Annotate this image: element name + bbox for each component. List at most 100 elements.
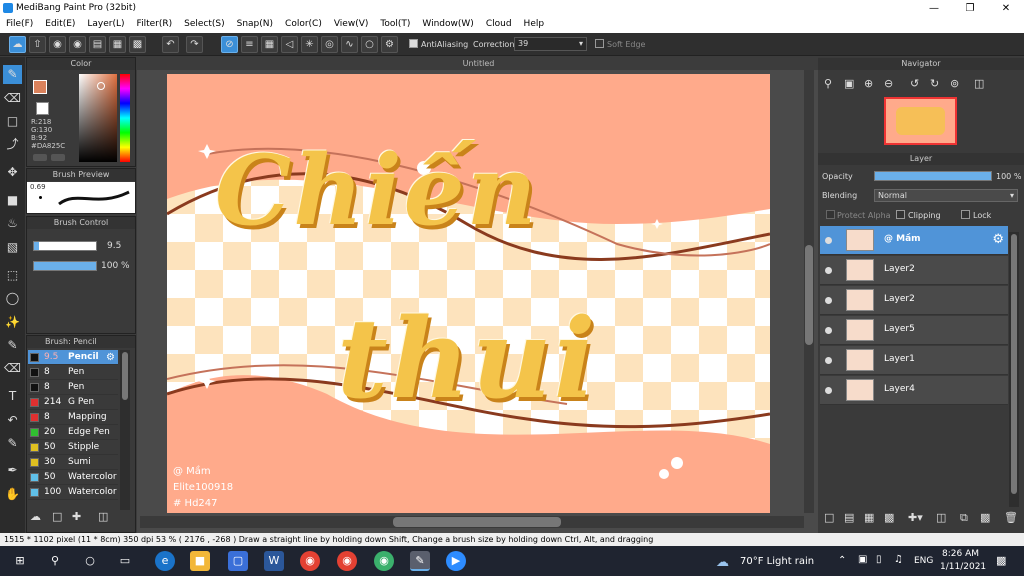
weather-text[interactable]: 70°F Light rain bbox=[740, 556, 814, 567]
brush-list-item[interactable]: 50Stipple Pen bbox=[28, 440, 118, 467]
brush-list-item[interactable]: 8Mapping Pen bbox=[28, 410, 118, 437]
chrome-icon[interactable]: ◉ bbox=[300, 551, 320, 571]
menu-snap[interactable]: Snap(N) bbox=[231, 17, 279, 33]
correction-select[interactable]: 39 ▾ bbox=[514, 37, 587, 51]
select-rect-icon[interactable]: ⬚ bbox=[3, 266, 22, 285]
select-pen-icon[interactable]: ✎ bbox=[3, 336, 22, 355]
maximize-button[interactable]: ❐ bbox=[955, 0, 985, 17]
zoom-in-icon[interactable]: ⊕ bbox=[864, 77, 873, 90]
brush-opacity-slider[interactable] bbox=[33, 261, 97, 271]
grid-snap-icon[interactable]: ▦ bbox=[261, 36, 278, 53]
folder-icon[interactable]: ◫ bbox=[936, 511, 946, 524]
brush-size-slider[interactable] bbox=[33, 241, 97, 251]
layer-visibility-icon[interactable] bbox=[825, 297, 832, 304]
line-app-icon[interactable]: ◉ bbox=[374, 551, 394, 571]
rotate-right-icon[interactable]: ↻ bbox=[930, 77, 939, 90]
cloud-icon[interactable]: ☁ bbox=[9, 36, 26, 53]
layer-settings-icon[interactable]: ⚙ bbox=[992, 232, 1004, 247]
brush-copy-icon[interactable]: ◫ bbox=[98, 510, 108, 523]
color-picker-cursor[interactable] bbox=[97, 82, 105, 90]
snap-off-icon[interactable]: ⊘ bbox=[221, 36, 238, 53]
eyedropper-icon[interactable]: ✒ bbox=[3, 461, 22, 480]
brush-list-item[interactable]: 8Pen (Sharp) bbox=[28, 380, 118, 407]
menu-select[interactable]: Select(S) bbox=[178, 17, 231, 33]
layer-row[interactable]: Layer2 bbox=[820, 256, 1008, 285]
clock-date[interactable]: 1/11/2021 bbox=[940, 562, 986, 572]
add-layer-menu-icon[interactable]: ✚▾ bbox=[908, 511, 923, 524]
layer-row[interactable]: Layer1 bbox=[820, 346, 1008, 375]
blur-tool-icon[interactable]: ✎ bbox=[3, 434, 22, 453]
layer-visibility-icon[interactable] bbox=[825, 387, 832, 394]
transparent-swatch[interactable] bbox=[36, 102, 49, 115]
battery-icon[interactable]: ▯ bbox=[876, 554, 882, 565]
merge-layer-icon[interactable]: ▩ bbox=[980, 511, 990, 524]
cortana-icon[interactable]: ○ bbox=[80, 551, 100, 571]
layer-visibility-icon[interactable] bbox=[825, 267, 832, 274]
fill-rect-tool-icon[interactable]: ■ bbox=[3, 191, 22, 210]
brush-list-item[interactable]: 50 Watercolor bbox=[28, 470, 118, 485]
brush-list-scrollbar[interactable] bbox=[120, 350, 130, 510]
tiles-icon[interactable]: ▩ bbox=[129, 36, 146, 53]
color-tool-button[interactable] bbox=[51, 154, 65, 161]
store-icon[interactable]: ▢ bbox=[228, 551, 248, 571]
volume-icon[interactable]: ♫ bbox=[894, 554, 903, 565]
clock-time[interactable]: 8:26 AM bbox=[942, 549, 979, 559]
menu-color[interactable]: Color(C) bbox=[279, 17, 328, 33]
brush-new-icon[interactable]: □ bbox=[52, 510, 62, 523]
eraser-tool-icon[interactable]: ⌫ bbox=[3, 89, 22, 108]
rectangle-tool-icon[interactable]: □ bbox=[3, 112, 22, 131]
concentric-snap-icon[interactable]: ◎ bbox=[321, 36, 338, 53]
navigator-thumbnail[interactable] bbox=[884, 97, 957, 145]
menu-filter[interactable]: Filter(R) bbox=[131, 17, 179, 33]
horizontal-scroll-thumb[interactable] bbox=[393, 517, 561, 527]
start-windows-icon[interactable]: ⊞ bbox=[10, 551, 30, 571]
new-1bit-layer-icon[interactable]: ▩ bbox=[884, 511, 894, 524]
text-tool-icon[interactable]: T bbox=[3, 387, 22, 406]
hue-slider[interactable] bbox=[120, 74, 130, 162]
minimize-button[interactable]: — bbox=[919, 0, 949, 17]
magic-wand-icon[interactable]: ✨ bbox=[3, 313, 22, 332]
vertical-scrollbar[interactable] bbox=[804, 70, 814, 513]
burst-snap-icon[interactable]: ✳ bbox=[301, 36, 318, 53]
move-tool-icon[interactable]: ✥ bbox=[3, 163, 22, 182]
duplicate-layer-icon[interactable]: ⧉ bbox=[960, 511, 968, 525]
tray-chevron-icon[interactable]: ⌃ bbox=[838, 555, 846, 566]
new-layer-icon[interactable]: □ bbox=[824, 511, 834, 524]
flip-icon[interactable]: ◫ bbox=[974, 77, 984, 90]
lasso-tool-icon[interactable]: ◯ bbox=[3, 289, 22, 308]
layer-scroll-thumb[interactable] bbox=[1011, 234, 1017, 494]
fit-window-icon[interactable]: ▣ bbox=[844, 77, 854, 90]
close-button[interactable]: ✕ bbox=[991, 0, 1021, 17]
menu-file[interactable]: File(F) bbox=[0, 17, 39, 33]
bucket-tool-icon[interactable]: ♨ bbox=[3, 214, 22, 233]
lock-checkbox[interactable] bbox=[961, 210, 970, 219]
zoom-fit-icon[interactable]: ⚲ bbox=[824, 77, 832, 90]
zoom-app-icon[interactable]: ▶ bbox=[446, 551, 466, 571]
layer-visibility-icon[interactable] bbox=[825, 357, 832, 364]
layer-row[interactable]: Layer2 bbox=[820, 286, 1008, 315]
protect-alpha-checkbox[interactable] bbox=[826, 210, 835, 219]
line-tool-icon[interactable]: ⤴ bbox=[3, 135, 22, 154]
brush-settings-icon[interactable]: ⚙ bbox=[106, 350, 115, 365]
zoom-out-icon[interactable]: ⊖ bbox=[884, 77, 893, 90]
menu-tool[interactable]: Tool(T) bbox=[374, 17, 416, 33]
reset-rotation-icon[interactable]: ⊚ bbox=[950, 77, 959, 90]
notification-icon[interactable]: ▩ bbox=[996, 554, 1006, 567]
curve-snap-icon[interactable]: ∿ bbox=[341, 36, 358, 53]
brush-list-item[interactable]: 30 Sumi bbox=[28, 455, 118, 470]
gradient-tool-icon[interactable]: ▧ bbox=[3, 238, 22, 257]
medibang-taskbar-icon[interactable]: ✎ bbox=[410, 551, 430, 571]
document-icon[interactable]: ▤ bbox=[89, 36, 106, 53]
radial-snap-icon[interactable]: ◁ bbox=[281, 36, 298, 53]
upload-icon[interactable]: ⇧ bbox=[29, 36, 46, 53]
brush-list-item[interactable]: 100 Watercolor bbox=[28, 485, 118, 500]
brush-list-item[interactable]: 8 Pen bbox=[28, 365, 118, 380]
blending-select[interactable]: Normal ▾ bbox=[874, 189, 1018, 202]
chrome-profile-icon[interactable]: ◉ bbox=[337, 551, 357, 571]
network-icon[interactable]: ▣ bbox=[858, 554, 867, 565]
brush-add-icon[interactable]: ✚ bbox=[72, 510, 81, 523]
brush-list-item[interactable]: 9.5 Pencil ⚙ bbox=[28, 350, 118, 365]
search-icon[interactable]: ⚲ bbox=[45, 551, 65, 571]
soft-edge-checkbox[interactable] bbox=[595, 39, 604, 48]
file-explorer-icon[interactable]: ■ bbox=[190, 551, 210, 571]
